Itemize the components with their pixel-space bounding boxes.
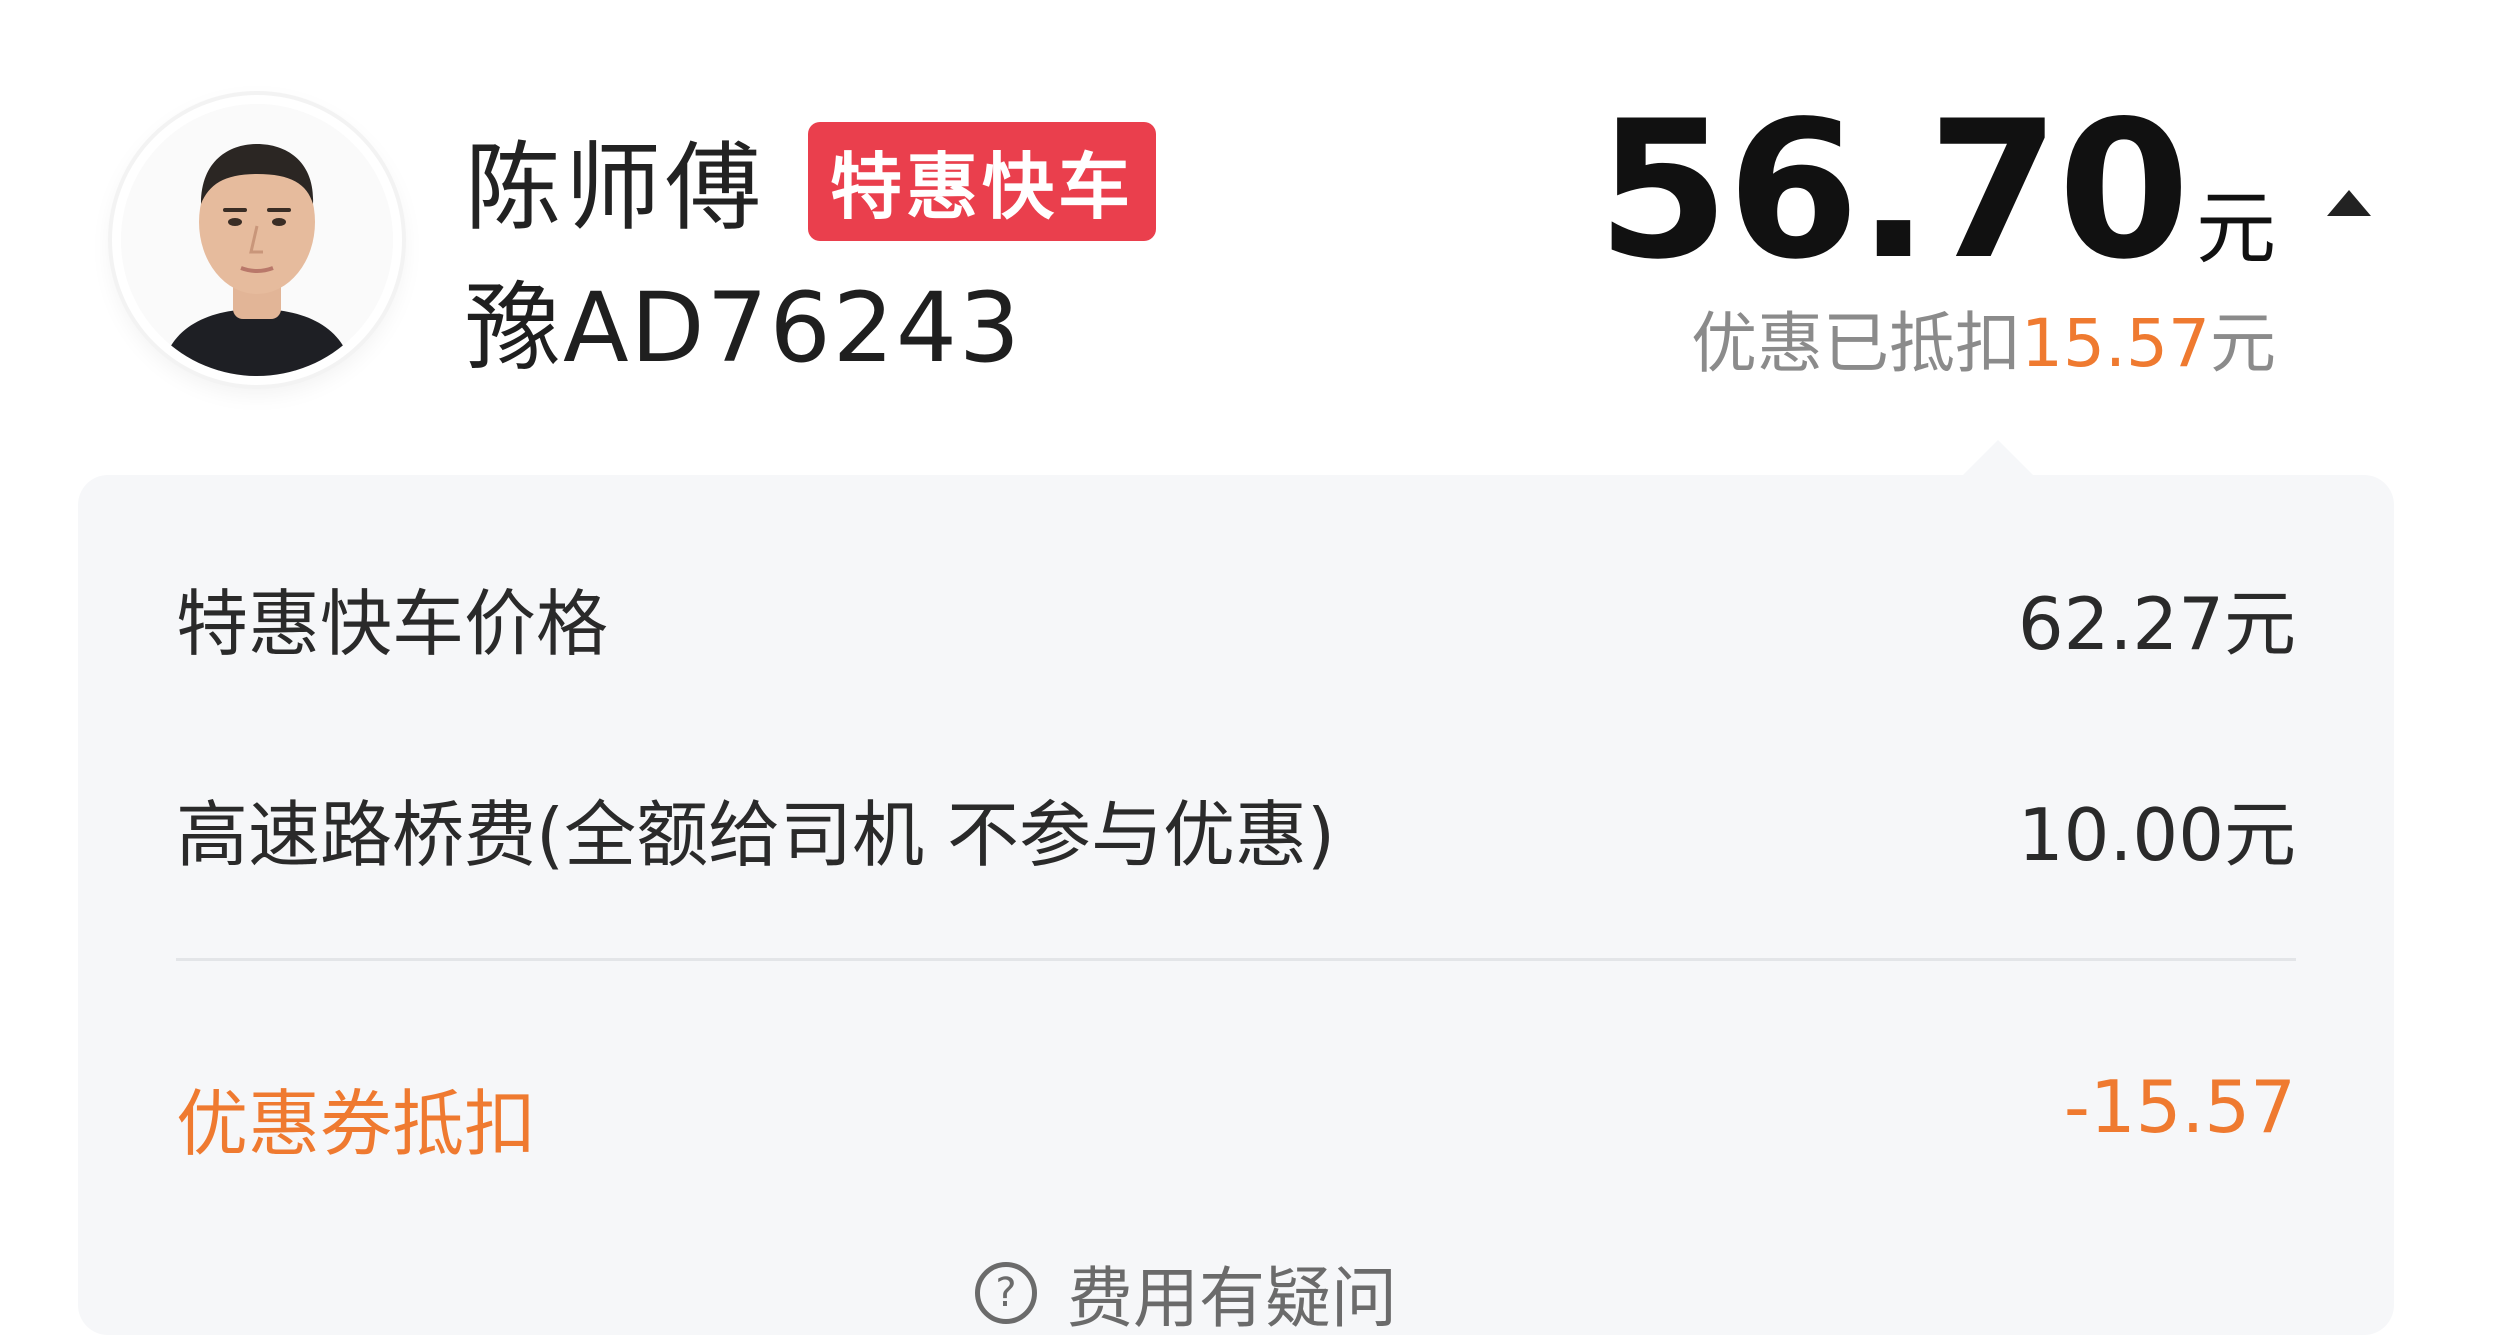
coupon-row: 优惠券抵扣 -15.57 [176, 1065, 2296, 1166]
license-plate: 豫AD76243 [465, 272, 1022, 384]
coupon-label: 优惠券抵扣 [176, 1082, 537, 1166]
card-pointer [1962, 440, 2034, 476]
driver-avatar[interactable] [112, 95, 402, 385]
fare-total: 56.70 元 [1597, 80, 2276, 301]
service-type-badge: 特惠快车 [808, 122, 1157, 241]
breakdown-label: 特惠快车价格 [176, 582, 609, 666]
breakdown-value: 10.00元 [2017, 793, 2296, 877]
breakdown-value: 62.27元 [2017, 582, 2296, 666]
breakdown-row: 特惠快车价格 62.27元 [176, 565, 2296, 666]
question-circle-icon: ? [975, 1262, 1037, 1324]
driver-photo [121, 104, 393, 376]
breakdown-divider [176, 958, 2296, 961]
breakdown-row: 高速路桥费(全额给司机 不参与优惠) 10.00元 [176, 776, 2296, 877]
trip-header: 陈师傅 特惠快车 豫AD76243 56.70 元 优惠已抵扣15.57元 [0, 0, 2506, 460]
coupon-value: -15.57 [2063, 1065, 2296, 1149]
fare-unit: 元 [2196, 182, 2276, 275]
discount-prefix: 优惠已抵扣 [1691, 305, 2022, 382]
driver-name: 陈师傅 [465, 132, 765, 244]
discount-summary: 优惠已抵扣15.57元 [1691, 290, 2276, 386]
discount-unit: 元 [2210, 305, 2276, 382]
collapse-caret-icon[interactable] [2327, 190, 2371, 216]
fare-amount: 56.70 [1597, 80, 2190, 301]
breakdown-label: 高速路桥费(全额给司机 不参与优惠) [176, 793, 1336, 877]
discount-amount: 15.57 [2021, 305, 2210, 382]
fee-question-label: 费用有疑问 [1067, 1260, 1397, 1337]
fee-question-link[interactable]: ? 费用有疑问 [975, 1245, 1397, 1341]
